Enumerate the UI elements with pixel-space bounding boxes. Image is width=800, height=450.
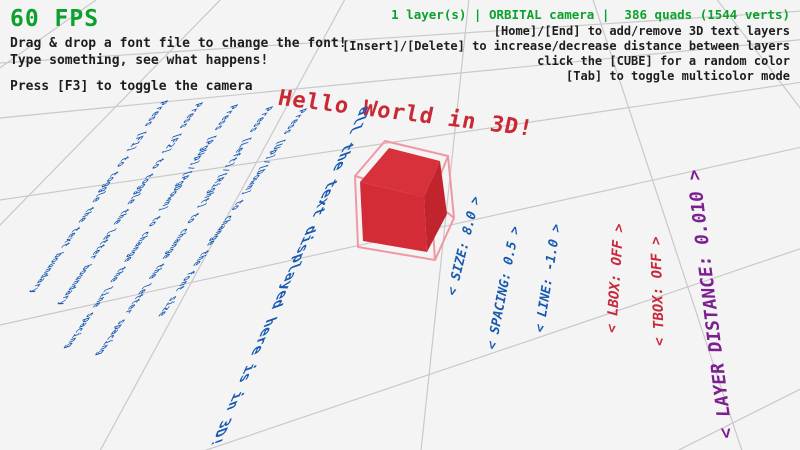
tip-drag-drop-font: Drag & drop a font file to change the fo…	[10, 36, 347, 51]
font-demo-app: { "hud": { "fps": "60 FPS", "tips_left":…	[0, 0, 800, 450]
tip-add-remove-layers: [Home]/[End] to add/remove 3D text layer…	[494, 24, 790, 38]
tip-layer-distance: [Insert]/[Delete] to increase/decrease d…	[342, 39, 790, 53]
cube-faces[interactable]	[360, 148, 447, 252]
tip-type-something: Type something, see what happens!	[10, 53, 268, 68]
tip-cube-random-color: click the [CUBE] for a random color	[537, 54, 790, 68]
tip-multicolor-mode: [Tab] to toggle multicolor mode	[566, 69, 790, 83]
status-bar: 1 layer(s) | ORBITAL camera | 386 quads …	[391, 7, 790, 22]
tip-toggle-camera: Press [F3] to toggle the camera	[10, 79, 253, 94]
fps-counter: 60 FPS	[10, 6, 99, 32]
